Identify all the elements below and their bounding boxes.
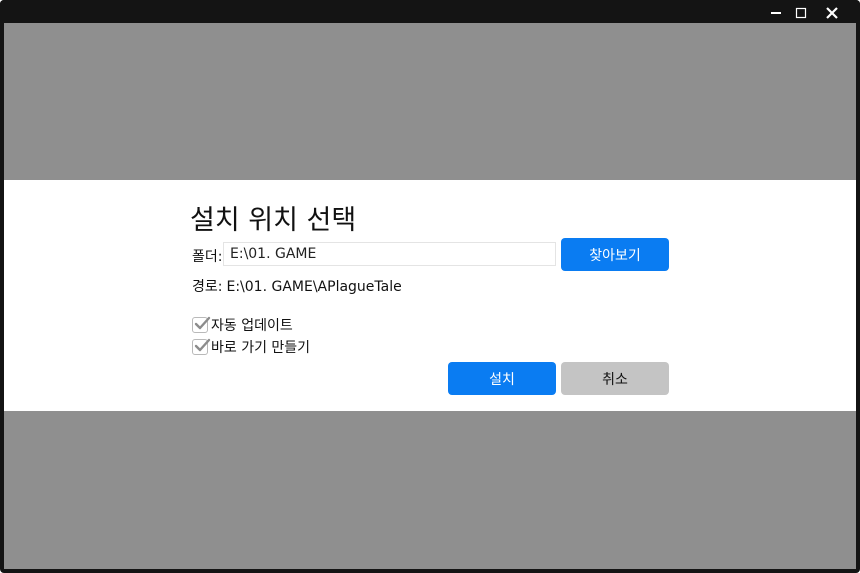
auto-update-checkbox[interactable] xyxy=(192,316,211,333)
app-window: 설치 위치 선택 폴더: 찾아보기 경로:E:\01. GAME\APlague… xyxy=(0,0,860,573)
checkmark-icon xyxy=(194,316,211,330)
backdrop-overlay: 설치 위치 선택 폴더: 찾아보기 경로:E:\01. GAME\APlague… xyxy=(4,23,856,569)
create-shortcut-label: 바로 가기 만들기 xyxy=(211,340,311,356)
close-icon xyxy=(826,7,838,19)
folder-label: 폴더: xyxy=(192,249,223,265)
dialog-title: 설치 위치 선택 xyxy=(190,205,357,236)
path-row: 경로: E:\01. GAME\APlagueTale xyxy=(192,276,402,296)
cancel-button[interactable]: 취소 xyxy=(561,362,669,395)
create-shortcut-checkbox[interactable] xyxy=(192,338,211,355)
install-location-dialog: 설치 위치 선택 폴더: 찾아보기 경로:E:\01. GAME\APlague… xyxy=(4,180,856,411)
install-button[interactable]: 설치 xyxy=(448,362,556,395)
close-button[interactable] xyxy=(817,0,847,23)
path-label: 경로: xyxy=(192,279,223,295)
browse-button[interactable]: 찾아보기 xyxy=(561,238,669,271)
folder-input[interactable] xyxy=(223,242,556,266)
maximize-button[interactable] xyxy=(786,0,816,23)
checkmark-icon xyxy=(194,338,211,352)
path-value: E:\01. GAME\APlagueTale xyxy=(226,279,402,295)
title-bar xyxy=(0,0,860,23)
maximize-icon xyxy=(795,7,807,19)
create-shortcut-option[interactable]: 바로 가기 만들기 xyxy=(192,337,310,357)
auto-update-option[interactable]: 자동 업데이트 xyxy=(192,315,293,335)
auto-update-label: 자동 업데이트 xyxy=(211,318,293,334)
